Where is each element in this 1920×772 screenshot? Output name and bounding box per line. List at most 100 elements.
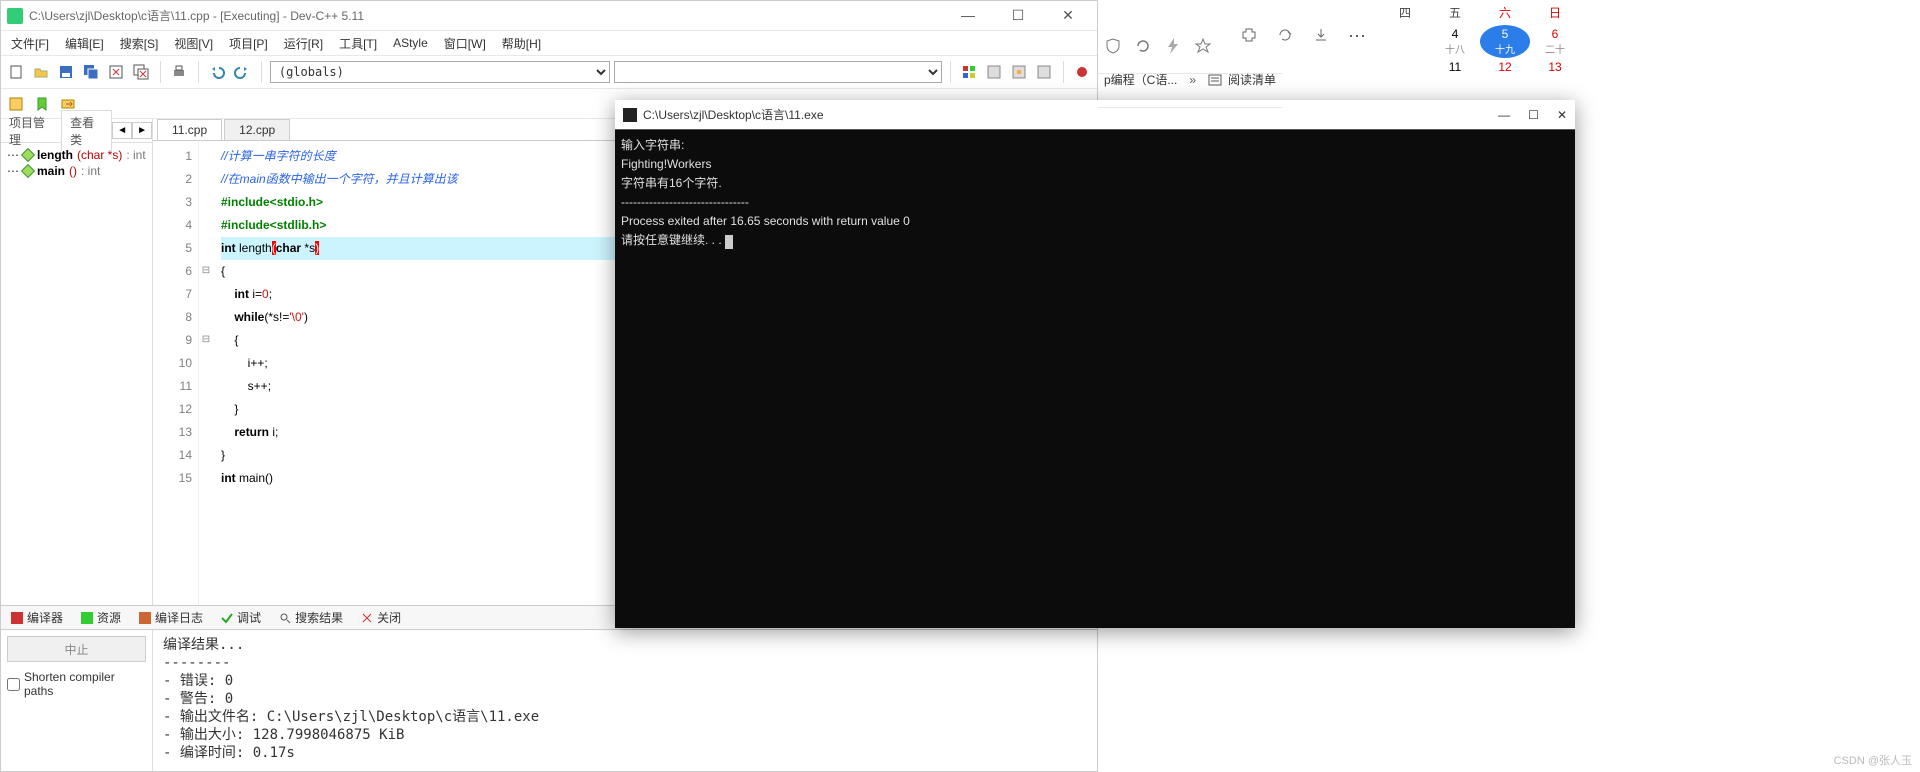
calendar-day[interactable]: 13 <box>1530 58 1580 76</box>
sidebar-scroll-left-icon[interactable]: ◄ <box>112 122 132 139</box>
puzzle-icon[interactable] <box>1240 26 1258 47</box>
menu-astyle[interactable]: AStyle <box>387 34 434 52</box>
new-file-button[interactable] <box>5 61 26 83</box>
maximize-button[interactable]: ☐ <box>1003 7 1033 24</box>
tree-collapse-icon: ⋯ <box>7 164 19 178</box>
calendar-day[interactable]: 11 <box>1430 58 1480 76</box>
undo-button[interactable] <box>207 61 228 83</box>
console-icon <box>623 108 637 122</box>
menu-help[interactable]: 帮助[H] <box>496 33 547 54</box>
menu-window[interactable]: 窗口[W] <box>438 33 492 54</box>
console-window: C:\Users\zjl\Desktop\c语言\11.exe — ☐ ✕ 输入… <box>615 100 1575 628</box>
console-output[interactable]: 输入字符串: Fighting!Workers 字符串有16个字符. -----… <box>615 130 1575 628</box>
run-button[interactable] <box>1034 61 1055 83</box>
shorten-paths-input[interactable] <box>7 678 20 691</box>
overflow-icon[interactable]: » <box>1189 73 1196 87</box>
close-button[interactable]: ✕ <box>1053 7 1083 24</box>
bookmark-item[interactable]: p编程（C语... <box>1104 71 1177 88</box>
debug-button[interactable] <box>1072 61 1093 83</box>
compile-log[interactable]: 编译结果... -------- - 错误: 0 - 警告: 0 - 输出文件名… <box>153 630 1097 771</box>
symbol-return: : int <box>81 164 100 178</box>
calendar-day[interactable]: 6二十 <box>1530 25 1580 58</box>
menu-file[interactable]: 文件[F] <box>5 33 55 54</box>
sidebar-tabs: 项目管理 查看类 ◄ ► <box>1 119 152 143</box>
console-window-controls: — ☐ ✕ <box>1498 108 1567 122</box>
class-view: ⋯ length (char *s) : int ⋯ main () : int <box>1 143 152 605</box>
titlebar: C:\Users\zjl\Desktop\c语言\11.cpp - [Execu… <box>1 1 1097 31</box>
cursor-icon <box>725 235 733 249</box>
tab-close[interactable]: 关闭 <box>357 607 405 628</box>
close-file-button[interactable] <box>105 61 126 83</box>
console-title: C:\Users\zjl\Desktop\c语言\11.exe <box>643 106 1498 123</box>
calendar-day-today[interactable]: 5十九 <box>1480 25 1530 58</box>
download-icon[interactable] <box>1312 26 1330 47</box>
class-item[interactable]: ⋯ main () : int <box>7 163 146 179</box>
shorten-paths-checkbox[interactable]: Shorten compiler paths <box>7 670 146 698</box>
watermark: CSDN @张人玉 <box>1834 752 1912 768</box>
console-minimize-button[interactable]: — <box>1498 108 1510 122</box>
menu-view[interactable]: 视图[V] <box>168 33 219 54</box>
window-title: C:\Users\zjl\Desktop\c语言\11.cpp - [Execu… <box>29 7 953 24</box>
console-close-button[interactable]: ✕ <box>1557 108 1567 122</box>
reading-list-button[interactable]: 阅读清单 <box>1208 71 1276 88</box>
sidebar-scroll-right-icon[interactable]: ► <box>132 122 152 139</box>
menu-project[interactable]: 项目[P] <box>223 33 274 54</box>
calendar-day[interactable]: 12 <box>1480 58 1530 76</box>
tab-debug[interactable]: 调试 <box>217 607 265 628</box>
file-tab[interactable]: 11.cpp <box>157 119 222 140</box>
symbol-name: length <box>37 148 73 162</box>
minimize-button[interactable]: — <box>953 7 983 24</box>
console-titlebar: C:\Users\zjl\Desktop\c语言\11.exe — ☐ ✕ <box>615 100 1575 130</box>
calendar-widget: 四 五 六 日 4十八 5十九 6二十 11 12 13 <box>1380 0 1580 76</box>
tree-collapse-icon: ⋯ <box>7 148 19 162</box>
function-icon <box>21 164 35 178</box>
rebuild-button[interactable] <box>1009 61 1030 83</box>
tab-resources[interactable]: 资源 <box>77 607 125 628</box>
weekday: 六 <box>1480 0 1530 25</box>
symbol-return: : int <box>126 148 145 162</box>
browser-extensions: ⋯ <box>1240 26 1366 47</box>
app-icon <box>7 8 23 24</box>
file-tab[interactable]: 12.cpp <box>224 119 290 140</box>
tab-search-results[interactable]: 搜索结果 <box>275 607 347 628</box>
class-item[interactable]: ⋯ length (char *s) : int <box>7 147 146 163</box>
symbol-signature: (char *s) <box>77 148 122 162</box>
fold-column[interactable]: ⊟⊟ <box>199 141 213 605</box>
menu-run[interactable]: 运行[R] <box>278 33 329 54</box>
console-maximize-button[interactable]: ☐ <box>1528 108 1539 122</box>
bottom-panel: 中止 Shorten compiler paths 编译结果... ------… <box>1 629 1097 771</box>
symbol-name: main <box>37 164 65 178</box>
calendar-day[interactable] <box>1380 25 1430 58</box>
menu-edit[interactable]: 编辑[E] <box>59 33 110 54</box>
save-all-button[interactable] <box>80 61 101 83</box>
abort-button[interactable]: 中止 <box>7 636 146 662</box>
calendar-day[interactable]: 4十八 <box>1430 25 1480 58</box>
close-all-button[interactable] <box>131 61 152 83</box>
redo-button[interactable] <box>232 61 253 83</box>
more-icon[interactable]: ⋯ <box>1348 26 1366 47</box>
window-controls: — ☐ ✕ <box>953 7 1091 24</box>
toolbar: (globals) <box>1 55 1097 89</box>
scope-combo[interactable]: (globals) <box>270 61 611 83</box>
calendar-day[interactable] <box>1380 58 1430 76</box>
compile-run-button[interactable] <box>984 61 1005 83</box>
gutter: 123456789101112131415 <box>153 141 199 605</box>
menu-tools[interactable]: 工具[T] <box>333 33 383 54</box>
symbol-signature: () <box>69 164 77 178</box>
member-combo[interactable] <box>614 61 941 83</box>
compile-button[interactable] <box>959 61 980 83</box>
tab-compile-log[interactable]: 编译日志 <box>135 607 207 628</box>
sidebar: 项目管理 查看类 ◄ ► ⋯ length (char *s) : int ⋯ … <box>1 119 153 605</box>
compile-controls: 中止 Shorten compiler paths <box>1 630 153 771</box>
save-button[interactable] <box>55 61 76 83</box>
menu-search[interactable]: 搜索[S] <box>114 33 165 54</box>
weekday: 日 <box>1530 0 1580 25</box>
tab-compiler[interactable]: 编译器 <box>7 607 67 628</box>
open-file-button[interactable] <box>30 61 51 83</box>
refresh-menu-icon[interactable] <box>1276 26 1294 47</box>
weekday: 五 <box>1430 0 1480 25</box>
menubar: 文件[F] 编辑[E] 搜索[S] 视图[V] 项目[P] 运行[R] 工具[T… <box>1 31 1097 55</box>
bookmark-bar-fragment: p编程（C语... » 阅读清单 <box>1098 52 1282 108</box>
function-icon <box>21 148 35 162</box>
print-button[interactable] <box>169 61 190 83</box>
